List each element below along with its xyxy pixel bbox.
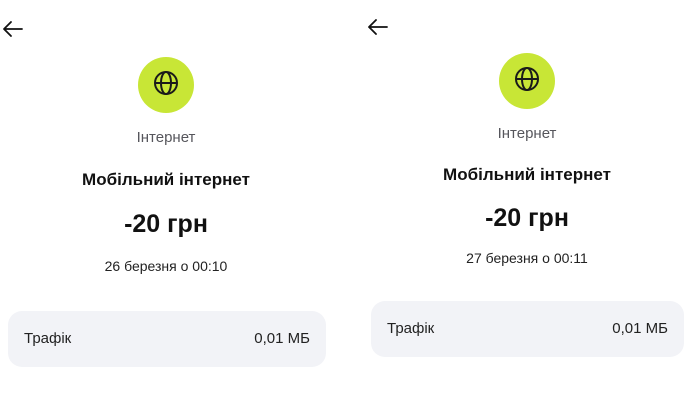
transaction-date: 26 березня о 00:10 — [104, 258, 228, 274]
detail-card: Трафік 0,01 МБ — [8, 311, 326, 367]
detail-label: Трафік — [387, 320, 435, 337]
transaction-title: Мобільний інтернет — [443, 165, 611, 184]
transaction-date: 27 березня о 00:11 — [466, 250, 588, 266]
transaction-amount: -20 грн — [124, 210, 208, 238]
detail-card: Трафік 0,01 МБ — [371, 301, 684, 357]
category-label: Інтернет — [497, 125, 557, 142]
transaction-screen-left: Інтернет Мобільний інтернет -20 грн 26 б… — [0, 0, 345, 401]
detail-label: Трафік — [24, 330, 72, 347]
category-icon-circle — [499, 53, 555, 109]
transaction-title: Мобільний інтернет — [82, 170, 250, 189]
transaction-amount: -20 грн — [485, 204, 569, 232]
detail-value: 0,01 МБ — [612, 320, 668, 337]
transaction-screen-right: Інтернет Мобільний інтернет -20 грн 27 б… — [360, 0, 700, 401]
detail-value: 0,01 МБ — [254, 330, 310, 347]
globe-icon — [513, 65, 541, 98]
category-icon-circle — [138, 57, 194, 113]
globe-icon — [152, 69, 180, 102]
category-label: Інтернет — [136, 129, 196, 146]
arrow-left-icon[interactable] — [367, 18, 393, 38]
arrow-left-icon[interactable] — [2, 20, 28, 40]
